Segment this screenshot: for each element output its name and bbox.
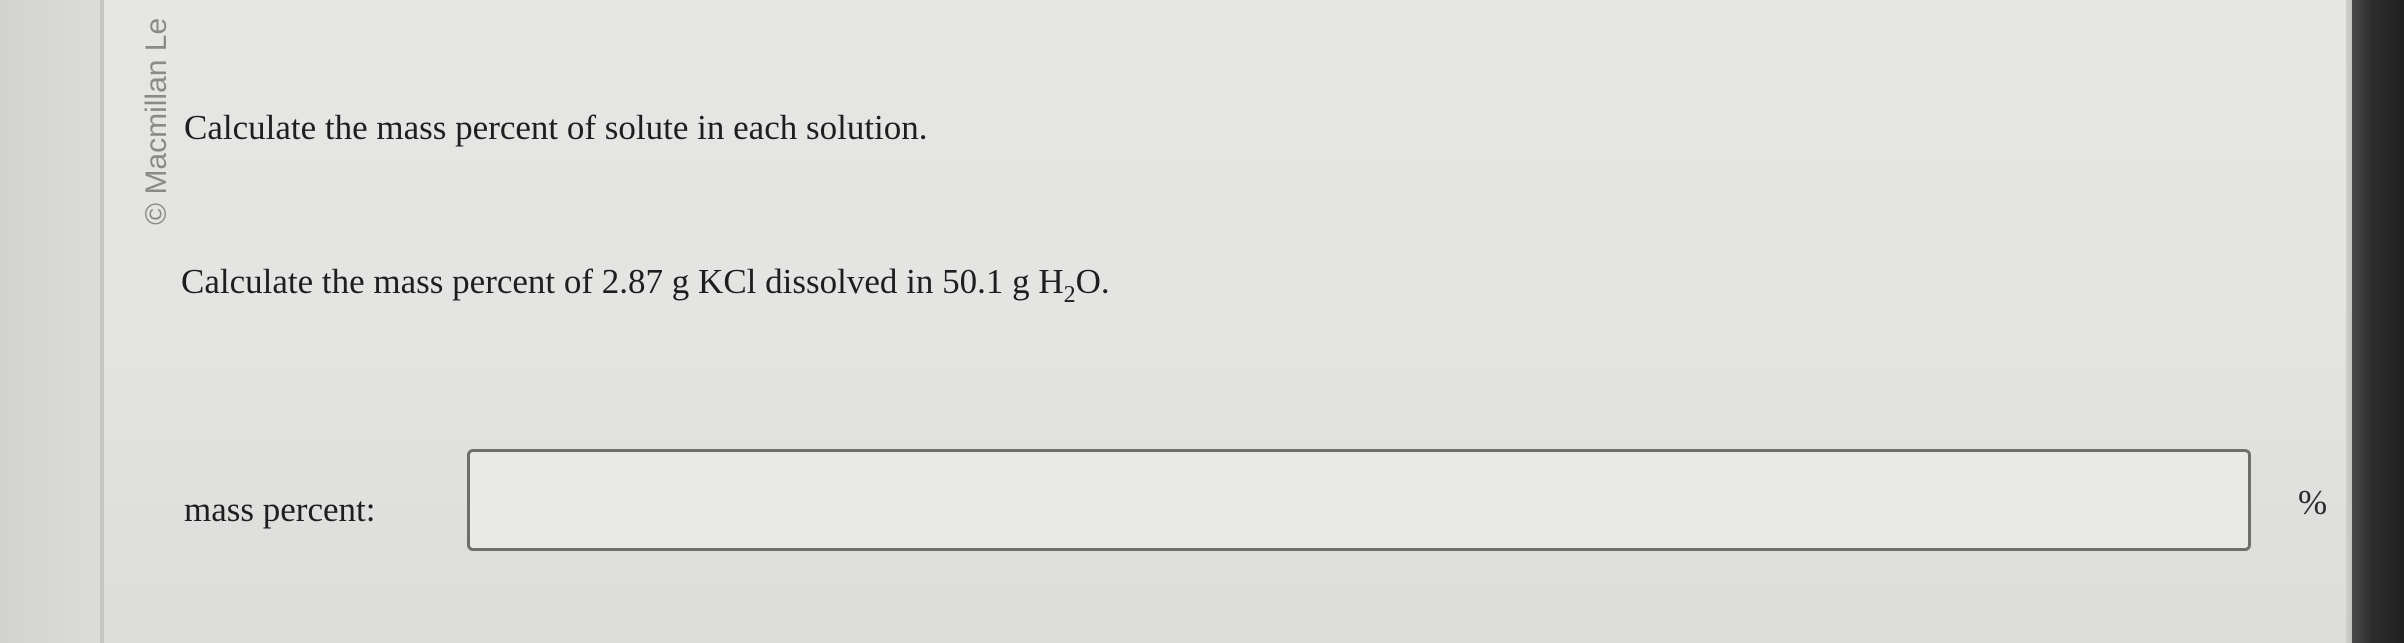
mass-percent-input[interactable] xyxy=(467,449,2251,551)
question-text: Calculate the mass percent of 2.87 g KCl… xyxy=(181,262,1110,309)
copyright-notice: © Macmillan Le xyxy=(140,17,173,225)
question-text-main: Calculate the mass percent of 2.87 g KCl… xyxy=(181,262,1064,301)
question-instruction: Calculate the mass percent of solute in … xyxy=(184,108,928,147)
answer-label: mass percent: xyxy=(184,490,376,529)
left-margin xyxy=(0,0,100,643)
percent-unit: % xyxy=(2298,483,2328,522)
question-subscript: 2 xyxy=(1063,282,1076,308)
question-text-end: O. xyxy=(1075,262,1110,301)
device-bezel xyxy=(2352,0,2404,643)
